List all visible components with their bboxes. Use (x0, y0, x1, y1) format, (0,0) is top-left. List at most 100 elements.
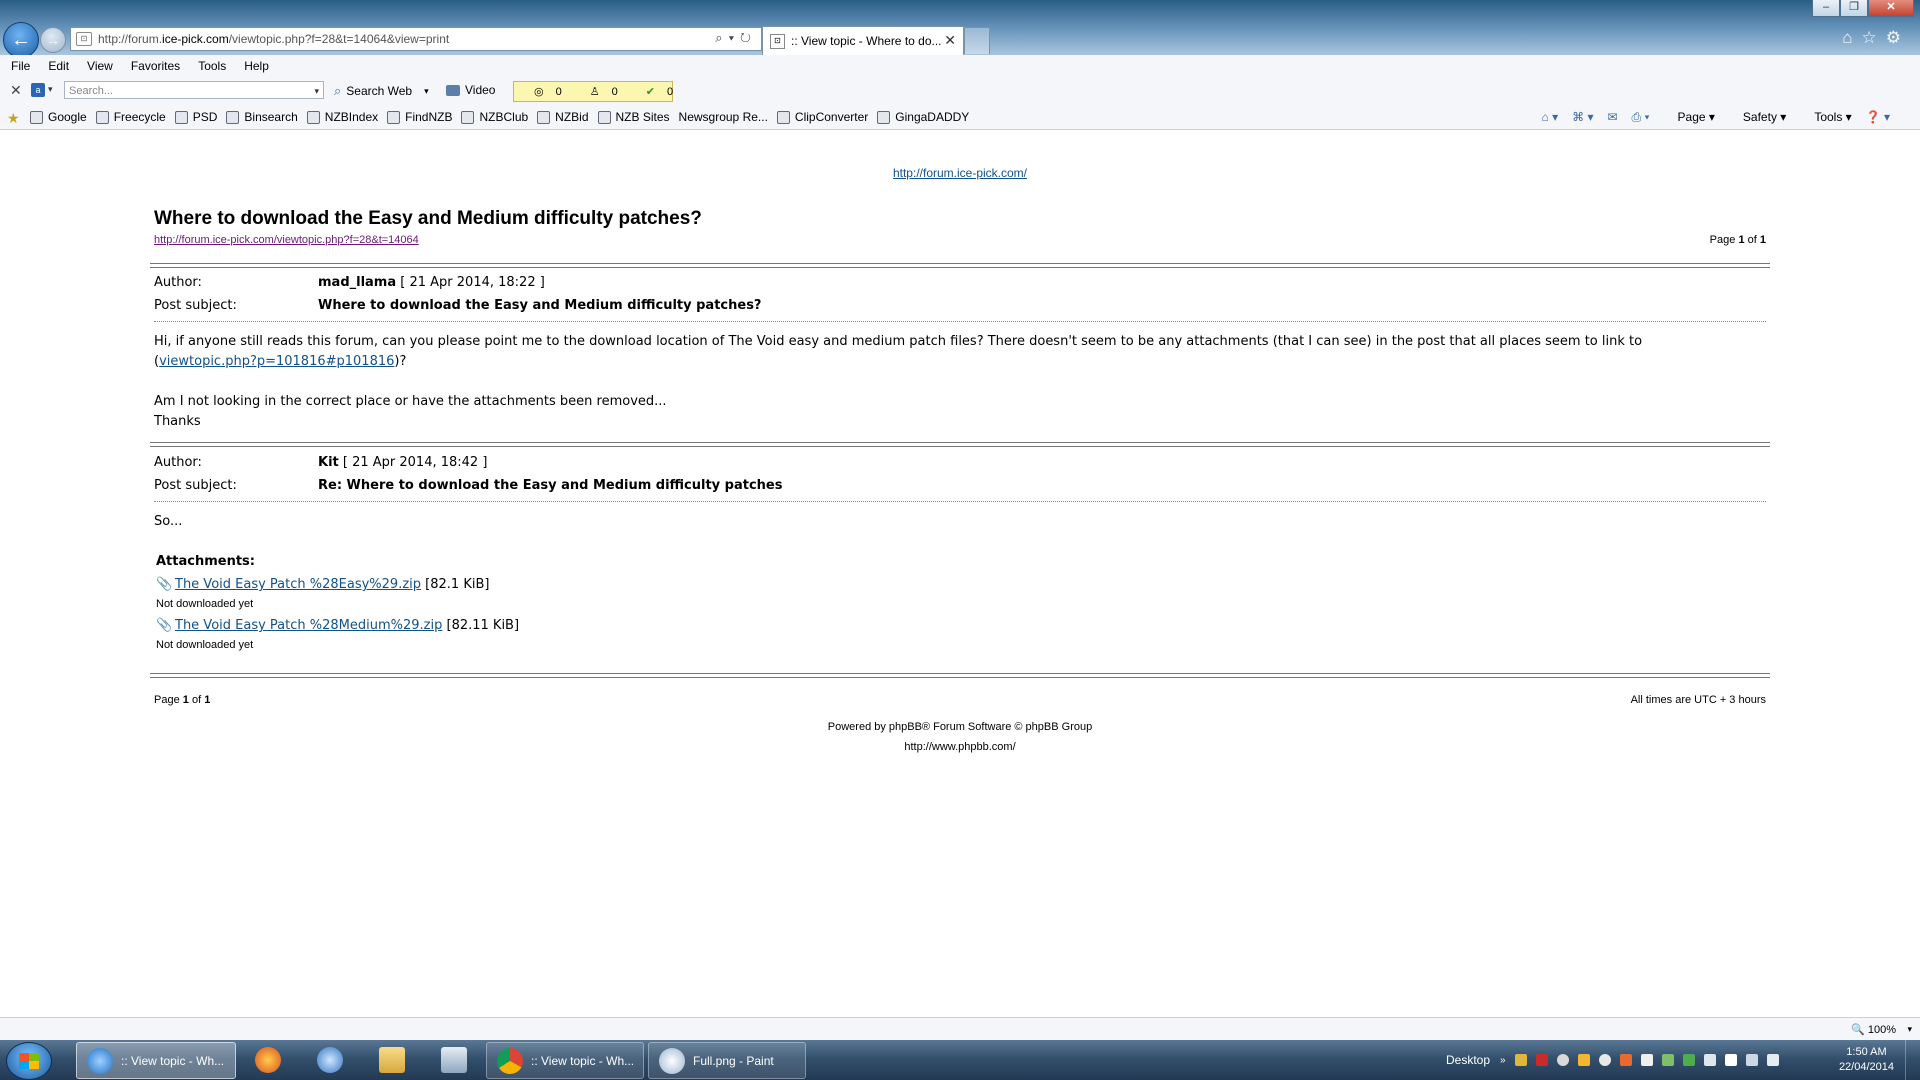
video-button[interactable]: Video (446, 83, 495, 97)
gear-icon[interactable]: ⚙ (1886, 28, 1910, 47)
favorite-nzb-sites[interactable]: NZB Sites (597, 110, 670, 124)
footer-row: Page 1 of 1 All times are UTC + 3 hours (154, 694, 1766, 706)
chevron-down-icon[interactable]: ▾ (424, 86, 429, 97)
post-body-link[interactable]: viewtopic.php?p=101816#p101816 (159, 354, 394, 369)
minimize-button[interactable]: – (1812, 0, 1840, 17)
safety-menu[interactable]: Safety ▾ (1729, 110, 1786, 125)
new-tab-button[interactable] (964, 27, 990, 54)
home-icon[interactable]: ⌂ ▾ (1542, 110, 1559, 125)
binsearch-icon (226, 110, 240, 124)
post-body-text: So... (154, 514, 183, 529)
menu-file[interactable]: File (0, 59, 37, 73)
attachment-link[interactable]: The Void Easy Patch %28Easy%29.zip (175, 577, 421, 592)
favorite-clipconverter[interactable]: ClipConverter (776, 110, 868, 124)
topic-url-link[interactable]: http://forum.ice-pick.com/viewtopic.php?… (154, 234, 419, 246)
chevron-down-icon[interactable]: ▾ (1907, 1024, 1912, 1035)
tab-view-topic[interactable]: ⊡ :: View topic - Where to do... ✕ (762, 26, 964, 55)
close-toolbar-icon[interactable]: ✕ (10, 82, 22, 99)
taskbar-item-ie[interactable]: :: View topic - Wh... (76, 1042, 236, 1079)
address-tools[interactable]: ⌕▾↻ (715, 30, 757, 46)
divider (150, 442, 1770, 447)
attachment-status: Not downloaded yet (156, 598, 254, 610)
feeds-icon[interactable]: ⌘ ▾ (1572, 110, 1593, 125)
favorite-binsearch[interactable]: Binsearch (226, 110, 298, 124)
favorite-findnzb[interactable]: FindNZB (387, 110, 452, 124)
ask-logo-icon[interactable]: a (31, 83, 45, 97)
tray-app-icon[interactable] (1514, 1054, 1527, 1066)
close-window-button[interactable]: ✕ (1868, 0, 1914, 17)
tray-app-icon[interactable] (1535, 1054, 1548, 1066)
favorite-nzbid[interactable]: NZBid (537, 110, 589, 124)
home-icon[interactable]: ⌂ (1842, 28, 1861, 47)
close-tab-icon[interactable]: ✕ (944, 32, 956, 49)
favorites-star-icon[interactable]: ★ (7, 110, 20, 127)
taskbar-item-paint[interactable]: Full.png - Paint (648, 1042, 806, 1079)
favorite-nzbclub[interactable]: NZBClub (461, 110, 528, 124)
paperclip-icon: 📎 (156, 618, 173, 633)
post-body: Hi, if anyone still reads this forum, ca… (154, 332, 1766, 432)
favorite-newsgroup[interactable]: Newsgroup Re... (679, 110, 768, 124)
taskbar-item-explorer[interactable] (366, 1042, 418, 1077)
chevron-down-icon[interactable]: ▾ (314, 82, 319, 100)
post-body-text: Hi, if anyone still reads this forum, ca… (154, 334, 1643, 349)
maximize-button[interactable]: ❐ (1840, 0, 1868, 17)
tray-app-icon[interactable] (1661, 1054, 1674, 1066)
taskbar-item-itunes[interactable] (304, 1042, 356, 1077)
forward-button[interactable]: → (40, 27, 66, 53)
subject-label: Post subject: (154, 478, 237, 493)
tray-app-icon[interactable] (1640, 1054, 1653, 1066)
binoculars-icon: ◎ (534, 86, 544, 98)
chevron-down-icon[interactable]: ▾ (48, 84, 53, 95)
tray-app-icon[interactable] (1619, 1054, 1632, 1066)
chevron-right-icon[interactable]: » (1500, 1055, 1506, 1066)
toolbar-search-input[interactable]: Search... ▾ (64, 81, 324, 99)
network-meter-icon[interactable] (1703, 1054, 1716, 1066)
favorites-star-icon[interactable]: ☆ (1862, 28, 1886, 47)
favorite-gingadaddy[interactable]: GingaDADDY (877, 110, 969, 124)
tray-app-icon[interactable] (1577, 1054, 1590, 1066)
attachment-item: 📎 The Void Easy Patch %28Easy%29.zip [82… (156, 577, 1766, 610)
taskbar-item-firefox[interactable] (242, 1042, 294, 1077)
windows-logo-icon (19, 1053, 39, 1069)
clock[interactable]: 1:50 AM 22/04/2014 (1839, 1045, 1894, 1075)
zoom-level[interactable]: 🔍 100% (1851, 1023, 1896, 1036)
taskbar-item-keyboard[interactable] (428, 1042, 480, 1077)
toolbar-counters[interactable]: ◎ 0 ♙ 0 ✔ 0 (513, 81, 673, 102)
refresh-icon[interactable]: ↻ (740, 30, 757, 45)
back-button[interactable]: ← (3, 22, 39, 58)
address-bar[interactable]: ⊡ http://forum. ice-pick.com/viewtopic.ph… (70, 27, 762, 51)
menu-view[interactable]: View (76, 59, 120, 73)
favorite-google[interactable]: Google (30, 110, 87, 124)
mail-icon[interactable]: ✉ (1607, 110, 1617, 125)
search-web-button[interactable]: ⌕ Search Web ▾ (334, 83, 429, 99)
tools-menu[interactable]: Tools ▾ (1800, 110, 1851, 125)
tray-app-icon[interactable] (1598, 1054, 1611, 1066)
page-icon (461, 110, 475, 124)
menu-edit[interactable]: Edit (37, 59, 76, 73)
google-icon (30, 110, 43, 124)
volume-icon[interactable] (1766, 1054, 1779, 1066)
menu-tools[interactable]: Tools (187, 59, 233, 73)
desktop-toolbar-label[interactable]: Desktop (1446, 1053, 1490, 1067)
attachment-link[interactable]: The Void Easy Patch %28Medium%29.zip (175, 618, 442, 633)
dropdown-icon[interactable]: ▾ (729, 30, 740, 45)
network-icon[interactable] (1745, 1054, 1758, 1066)
favorite-freecycle[interactable]: Freecycle (95, 110, 166, 124)
tray-app-icon[interactable] (1556, 1054, 1569, 1066)
favorite-psd[interactable]: PSD (174, 110, 217, 124)
show-desktop-button[interactable] (1905, 1040, 1920, 1080)
start-button[interactable] (6, 1042, 52, 1080)
taskbar-item-chrome[interactable]: :: View topic - Wh... (486, 1042, 644, 1079)
attachments-heading: Attachments: (156, 554, 255, 569)
print-icon[interactable]: ⎙ ▾ (1632, 110, 1650, 125)
site-link[interactable]: http://forum.ice-pick.com/ (893, 166, 1027, 180)
favorite-nzbindex[interactable]: NZBIndex (306, 110, 378, 124)
tray-app-icon[interactable] (1682, 1054, 1695, 1066)
flag-icon[interactable] (1724, 1054, 1737, 1066)
search-icon[interactable]: ⌕ (715, 30, 728, 45)
menu-favorites[interactable]: Favorites (120, 59, 187, 73)
help-icon[interactable]: ❓ ▾ (1866, 110, 1890, 125)
favorites-list: Google Freecycle PSD Binsearch NZBIndex … (30, 110, 978, 124)
page-menu[interactable]: Page ▾ (1664, 110, 1715, 125)
menu-help[interactable]: Help (233, 59, 276, 73)
